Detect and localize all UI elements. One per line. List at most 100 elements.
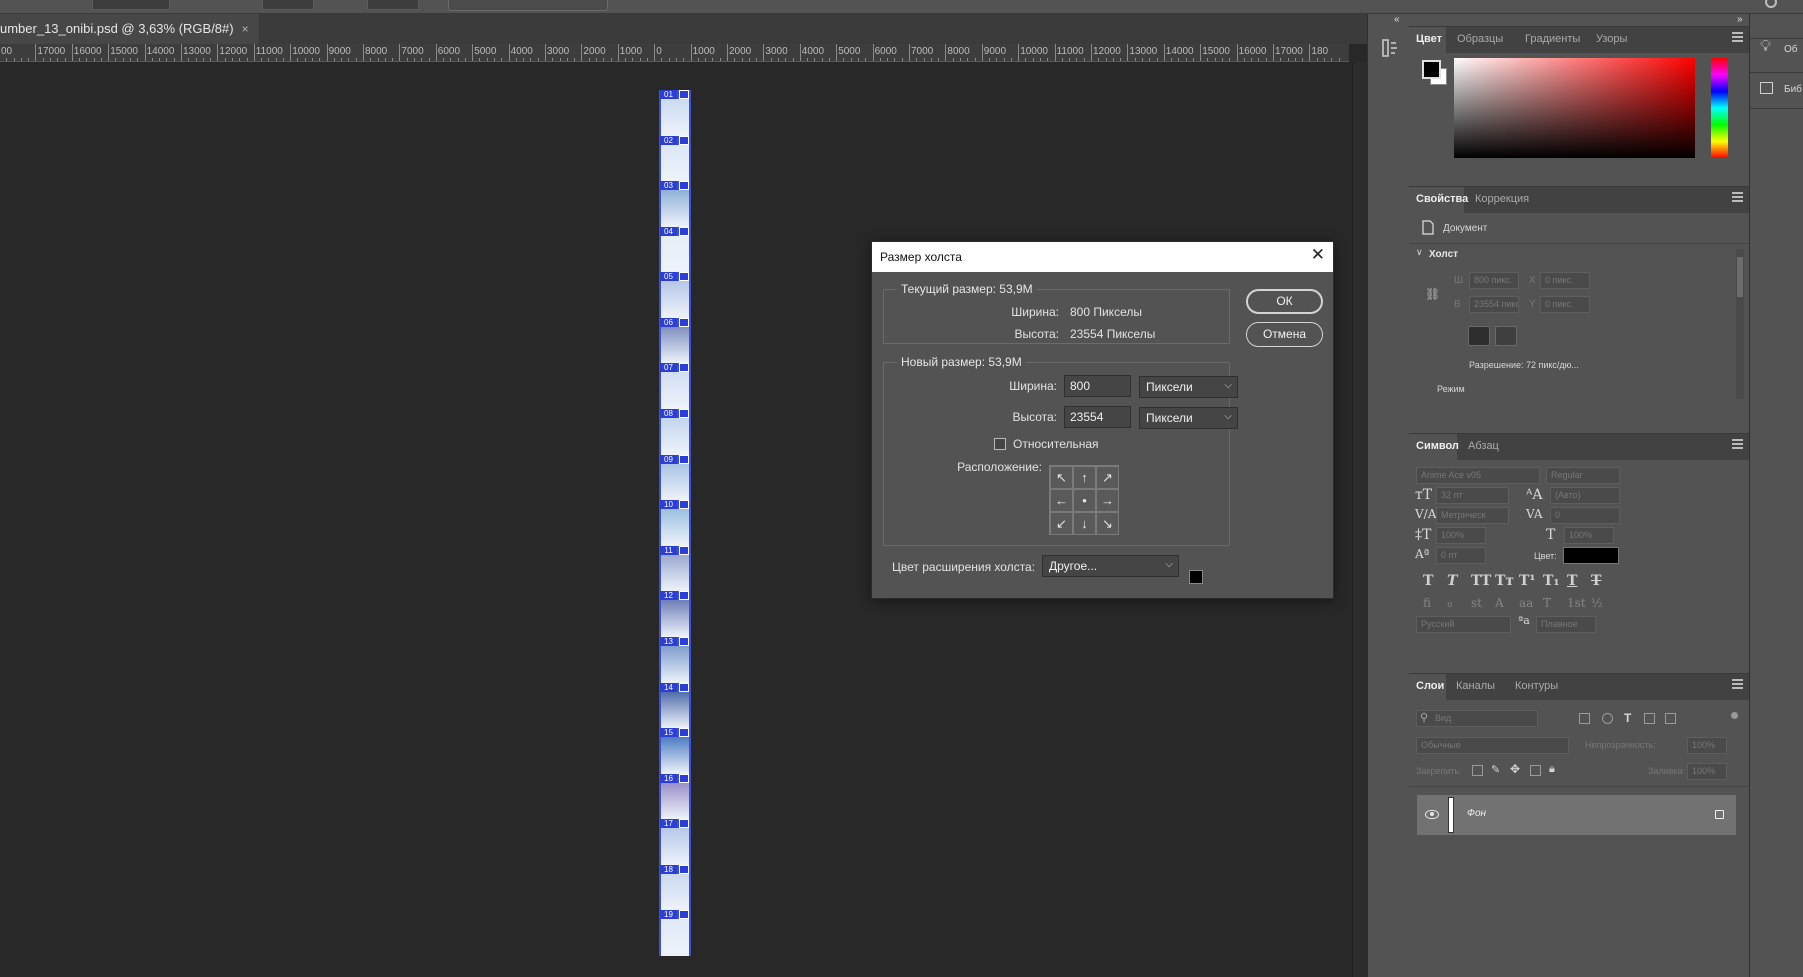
anchor-cell[interactable]: ↓ (1073, 512, 1096, 535)
libraries-label[interactable]: Биб (1784, 84, 1802, 95)
kerning-field[interactable]: Метрическ (1436, 507, 1509, 524)
anchor-cell[interactable]: ↗ (1096, 466, 1119, 489)
properties-panel-menu-icon[interactable] (1732, 192, 1743, 202)
font-family-select[interactable]: Anime Ace v05 (1416, 467, 1540, 484)
antialias-select[interactable]: Плавное (1536, 616, 1596, 633)
tab-patterns[interactable]: Узоры (1596, 33, 1627, 45)
extension-color-swatch[interactable] (1189, 570, 1203, 584)
language-select[interactable]: Русский (1416, 616, 1511, 633)
layer-row[interactable]: Фон (1417, 795, 1736, 835)
type-style-button[interactable]: T (1567, 573, 1577, 589)
leading-field[interactable]: (Авто) (1550, 487, 1620, 504)
landscape-orientation-button[interactable] (1495, 326, 1517, 346)
shape-filter-icon[interactable] (1644, 713, 1655, 724)
opentype-button[interactable]: st (1471, 596, 1482, 610)
extension-color-select[interactable]: Другое... ⌵ (1042, 555, 1179, 577)
layer-name[interactable]: Фон (1467, 808, 1486, 819)
lock-position-icon[interactable]: ✥ (1510, 762, 1520, 776)
type-style-button[interactable]: T₁ (1543, 573, 1560, 589)
learn-label[interactable]: Об (1784, 44, 1798, 55)
search-icon[interactable] (1765, 0, 1777, 8)
libraries-icon[interactable] (1760, 82, 1773, 94)
tab-gradients[interactable]: Градиенты (1525, 33, 1580, 45)
opentype-button[interactable]: ﬁ (1423, 596, 1431, 610)
lock-icon[interactable] (1715, 810, 1724, 819)
width-unit-select[interactable]: Пиксели ⌵ (1139, 376, 1238, 398)
baseline-shift-field[interactable]: 0 пт (1436, 547, 1486, 564)
ok-button[interactable]: ОК (1246, 289, 1323, 314)
anchor-cell[interactable]: → (1096, 489, 1119, 512)
type-style-button[interactable]: T (1591, 573, 1601, 589)
fill-field[interactable]: 100% (1687, 763, 1727, 780)
anchor-cell[interactable]: ↖ (1050, 466, 1073, 489)
history-brush-icon[interactable] (1382, 39, 1398, 57)
adjustment-filter-icon[interactable] (1602, 713, 1613, 724)
tab-channels[interactable]: Каналы (1456, 680, 1495, 692)
lock-transparency-icon[interactable] (1472, 765, 1483, 776)
tab-paths[interactable]: Контуры (1515, 680, 1558, 692)
pixel-filter-icon[interactable] (1579, 713, 1590, 724)
type-style-button[interactable]: T¹ (1519, 573, 1536, 589)
collapse-left-icon[interactable]: « (1394, 14, 1400, 25)
anchor-cell[interactable]: • (1073, 489, 1096, 512)
font-style-select[interactable]: Regular (1546, 467, 1620, 484)
style-field[interactable] (92, 0, 170, 10)
opentype-button[interactable]: aa (1519, 596, 1533, 610)
tab-color[interactable]: Цвет (1416, 33, 1442, 45)
learn-icon[interactable]: 💡︎ (1760, 38, 1771, 56)
tab-paragraph[interactable]: Абзац (1468, 440, 1499, 452)
opacity-field[interactable]: 100% (1687, 737, 1727, 754)
canvas-section-chevron-icon[interactable]: ∨ (1416, 247, 1423, 258)
color-panel-menu-icon[interactable] (1732, 32, 1743, 42)
eye-icon[interactable] (1425, 810, 1439, 819)
tab-properties[interactable]: Свойства (1416, 193, 1468, 205)
lock-pixels-icon[interactable]: ✎ (1491, 763, 1500, 776)
tab-adjustments[interactable]: Коррекция (1475, 193, 1529, 205)
tab-character[interactable]: Символ (1416, 440, 1459, 452)
foreground-color-swatch[interactable] (1422, 60, 1441, 79)
height-input[interactable] (1064, 406, 1131, 428)
lock-artboard-icon[interactable] (1530, 765, 1541, 776)
tab-swatches[interactable]: Образцы (1457, 33, 1503, 45)
type-style-button[interactable]: Tт (1495, 573, 1514, 589)
anchor-cell[interactable]: ↙ (1050, 512, 1073, 535)
close-icon[interactable]: ✕ (1311, 245, 1325, 265)
cancel-button[interactable]: Отмена (1246, 322, 1323, 347)
select-and-mask-button[interactable] (448, 0, 608, 11)
height-unit-select[interactable]: Пиксели ⌵ (1139, 407, 1238, 429)
type-style-button[interactable]: T (1447, 573, 1457, 589)
type-style-button[interactable]: TT (1471, 573, 1491, 589)
vertical-scale-field[interactable]: 100% (1436, 527, 1486, 544)
layers-panel-menu-icon[interactable] (1732, 679, 1743, 689)
opentype-button[interactable]: 1st (1567, 596, 1586, 610)
font-size-field[interactable]: 32 пт (1436, 487, 1509, 504)
blend-mode-select[interactable]: Обычные (1416, 737, 1569, 754)
opentype-button[interactable]: ½ (1591, 596, 1603, 610)
opentype-button[interactable]: ℴ (1447, 596, 1453, 610)
anchor-cell[interactable]: ← (1050, 489, 1073, 512)
close-tab-icon[interactable]: × (242, 22, 249, 36)
opentype-button[interactable]: T (1543, 596, 1551, 610)
collapse-right-icon[interactable]: » (1737, 14, 1743, 25)
portrait-orientation-button[interactable] (1468, 326, 1490, 346)
opentype-button[interactable]: A (1495, 596, 1504, 610)
anchor-cell[interactable]: ↘ (1096, 512, 1119, 535)
color-picker-field[interactable] (1454, 58, 1695, 158)
smart-object-filter-icon[interactable] (1665, 713, 1676, 724)
text-color-swatch[interactable] (1563, 547, 1619, 564)
relative-checkbox[interactable] (994, 438, 1006, 450)
layer-filter-input[interactable]: Вид (1416, 710, 1538, 727)
lock-all-icon[interactable]: 🔒︎ (1549, 763, 1555, 776)
type-style-button[interactable]: T (1423, 573, 1433, 589)
hue-slider[interactable] (1711, 58, 1728, 158)
filter-toggle-icon[interactable] (1731, 712, 1738, 719)
width-field[interactable] (262, 0, 314, 10)
properties-scrollbar[interactable] (1736, 249, 1744, 399)
character-panel-menu-icon[interactable] (1732, 439, 1743, 449)
vertical-scrollbar[interactable] (1352, 62, 1367, 977)
height-field[interactable] (367, 0, 419, 10)
horizontal-scale-field[interactable]: 100% (1564, 527, 1614, 544)
document-tab[interactable]: umber_13_onibi.psd @ 3,63% (RGB/8#) × (0, 14, 260, 44)
type-filter-icon[interactable]: T (1624, 711, 1631, 725)
anchor-cell[interactable]: ↑ (1073, 466, 1096, 489)
